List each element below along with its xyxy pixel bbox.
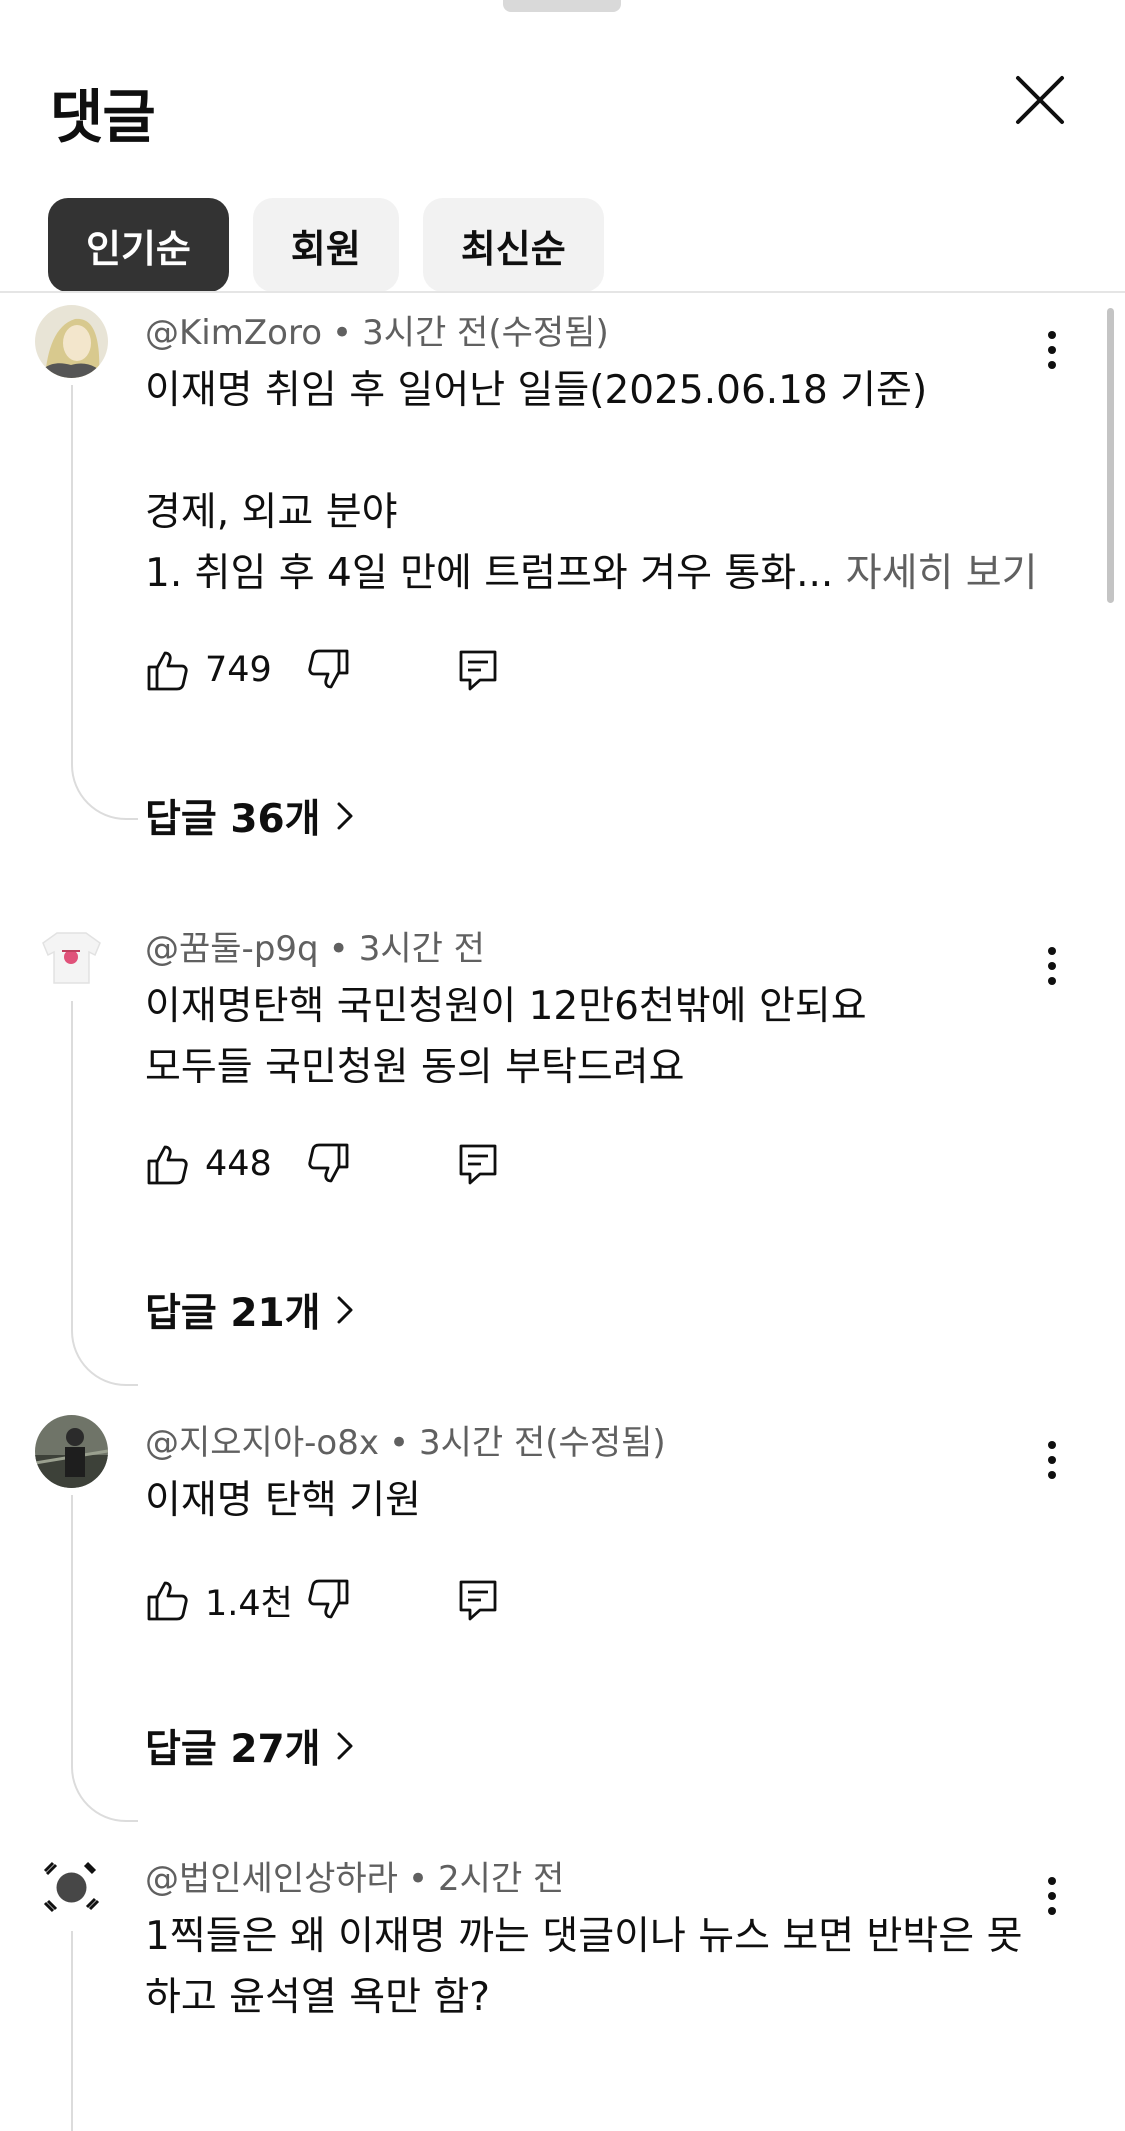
filter-chip-popular[interactable]: 인기순 [48,198,229,292]
chevron-right-icon [337,1296,352,1324]
read-more-link[interactable]: 자세히 보기 [833,551,1038,596]
thread-line [71,1001,138,1386]
comment-meta: @KimZoro • 3시간 전(수정됨) [145,313,609,353]
filter-chip-newest[interactable]: 최신순 [422,198,604,292]
more-vert-icon [1048,1877,1056,1915]
avatar[interactable] [35,305,108,378]
more-vert-icon [1048,947,1056,985]
chevron-right-icon [337,802,352,830]
thread-line [71,1931,138,2131]
thread-line [71,385,138,820]
comment-text: 1찍들은 왜 이재명 까는 댓글이나 뉴스 보면 반박은 못하고 윤석열 욕만 … [145,1906,1022,2028]
comment-author[interactable]: @지오지아-o8x [145,1423,379,1463]
comment-text: 이재명 탄핵 기원 [145,1470,421,1531]
thumbs-down-icon[interactable] [305,1141,351,1187]
comment-line: 1찍들은 왜 이재명 까는 댓글이나 뉴스 보면 반박은 못 [145,1914,1023,1959]
reply-icon[interactable] [455,647,501,693]
avatar[interactable] [35,921,108,994]
comment-text: 이재명 취임 후 일어난 일들(2025.06.18 기준) 경제, 외교 분야 1… [145,360,1038,604]
replies-count: 답글 27개 [145,1727,321,1772]
replies-count: 답글 36개 [145,797,321,842]
avatar[interactable] [35,1851,108,1924]
comment-line: 하고 윤석열 욕만 함? [145,1975,490,2020]
comment-time: 2시간 전 [438,1859,565,1899]
comment-actions: 1.4천 [145,1575,501,1625]
comment-time: 3시간 전(수정됨) [362,313,609,353]
comment-time: 3시간 전(수정됨) [419,1423,666,1463]
reply-icon[interactable] [455,1577,501,1623]
comment-line: 이재명 취임 후 일어난 일들(2025.06.18 기준) [145,368,928,413]
more-vert-icon [1048,331,1056,369]
like-count: 448 [205,1144,272,1184]
view-replies-button[interactable]: 답글 36개 [145,788,357,844]
comment-menu-button[interactable] [1040,1871,1064,1921]
filter-chip-members[interactable]: 회원 [252,198,399,292]
close-button[interactable] [1010,70,1070,130]
avatar[interactable] [35,1415,108,1488]
more-vert-icon [1048,1441,1056,1479]
comment-meta: @법인세인상하라 • 2시간 전 [145,1859,565,1899]
view-replies-button[interactable]: 답글 21개 [145,1282,357,1338]
comment-menu-button[interactable] [1040,1435,1064,1485]
thumbs-up-icon[interactable] [145,1141,191,1187]
comment-text: 이재명탄핵 국민청원이 12만6천밖에 안되요모두들 국민청원 동의 부탁드려요 [145,976,867,1098]
thumbs-down-icon[interactable] [305,1577,351,1623]
filter-chips: 인기순 회원 최신순 [48,198,604,292]
comment-menu-button[interactable] [1040,941,1064,991]
view-replies-button[interactable]: 답글 27개 [145,1718,357,1774]
thumbs-down-icon[interactable] [305,647,351,693]
comment-meta: @꿈둘-p9q • 3시간 전 [145,929,485,969]
comment-time: 3시간 전 [358,929,485,969]
thumbs-up-icon[interactable] [145,1577,191,1623]
thumbs-up-icon[interactable] [145,647,191,693]
comment-meta: @지오지아-o8x • 3시간 전(수정됨) [145,1423,666,1463]
comment-actions: 448 [145,1139,501,1189]
comment-author[interactable]: @KimZoro [145,313,322,353]
sheet-title: 댓글 [50,83,156,151]
comment-line [145,421,1038,482]
replies-count: 답글 21개 [145,1291,321,1336]
divider [0,291,1125,293]
thread-line [71,1495,138,1822]
chevron-right-icon [337,1732,352,1760]
comment-author[interactable]: @법인세인상하라 [145,1859,398,1899]
comment-author[interactable]: @꿈둘-p9q [145,929,319,969]
like-count: 749 [205,650,272,690]
drag-handle[interactable] [503,0,621,12]
comment-actions: 749 [145,645,501,695]
scrollbar[interactable] [1107,308,1114,603]
reply-icon[interactable] [455,1141,501,1187]
comment-line: 모두들 국민청원 동의 부탁드려요 [145,1045,685,1090]
comment-line: 이재명탄핵 국민청원이 12만6천밖에 안되요 [145,984,867,1029]
like-count: 1.4천 [205,1583,293,1624]
comment-menu-button[interactable] [1040,325,1064,375]
comment-line: 이재명 탄핵 기원 [145,1478,421,1523]
comment-line: 경제, 외교 분야 [145,490,398,535]
comment-line: 1. 취임 후 4일 만에 트럼프와 겨우 통화... [145,551,834,596]
close-icon [1016,76,1064,124]
